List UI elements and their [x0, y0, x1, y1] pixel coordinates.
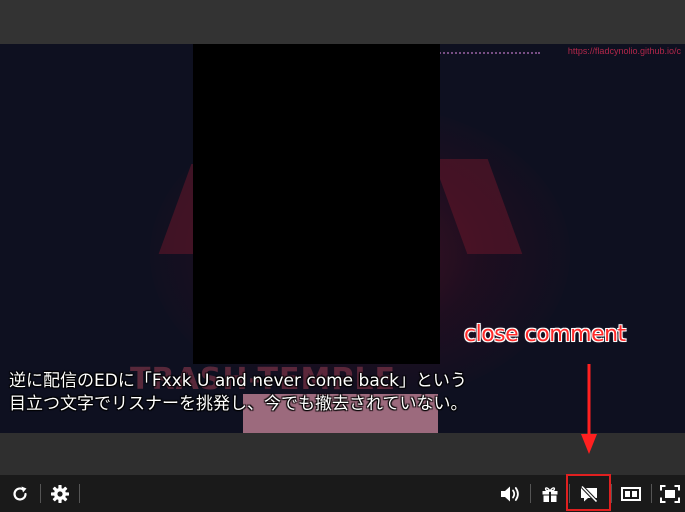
control-divider: [79, 484, 80, 503]
gift-icon: [540, 484, 560, 504]
annotation-label: close comment: [464, 322, 626, 347]
fullscreen-button[interactable]: [655, 475, 685, 512]
gift-button[interactable]: [535, 475, 565, 512]
control-divider: [611, 484, 612, 503]
volume-icon: [499, 484, 523, 504]
reload-icon: [10, 484, 30, 504]
volume-button[interactable]: [496, 475, 526, 512]
video-watermark: https://fladcynolio.github.io/c: [567, 46, 681, 56]
annotation-arrow: [581, 364, 597, 454]
reload-button[interactable]: [5, 475, 35, 512]
video-black-pane: [193, 44, 440, 364]
top-bar: [0, 0, 685, 44]
gear-icon: [50, 484, 70, 504]
control-divider: [530, 484, 531, 503]
fullscreen-icon: [659, 484, 681, 504]
player-page: https://fladcynolio.github.io/c TRASH-TE…: [0, 0, 685, 512]
annotation-highlight-box: [566, 474, 611, 511]
control-divider: [651, 484, 652, 503]
control-divider: [40, 484, 41, 503]
theater-mode-icon: [620, 484, 642, 504]
theater-mode-button[interactable]: [616, 475, 646, 512]
settings-button[interactable]: [45, 475, 75, 512]
